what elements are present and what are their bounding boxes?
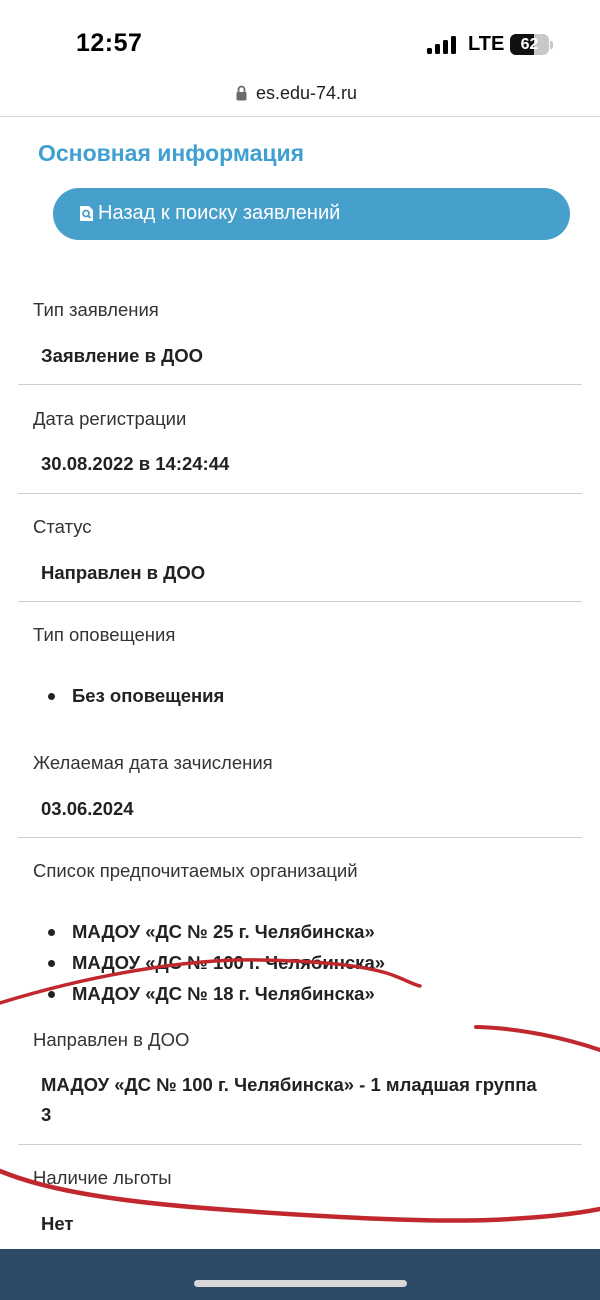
notification-type-list: Без оповещения	[46, 685, 224, 716]
search-document-icon	[80, 206, 93, 221]
battery-percent: 62	[520, 36, 539, 53]
divider	[18, 1144, 582, 1145]
clock: 12:57	[76, 29, 143, 57]
list-item: Без оповещения	[46, 685, 224, 716]
application-type-label: Тип заявления	[33, 299, 159, 320]
desired-date-value: 03.06.2024	[41, 798, 134, 819]
benefit-label: Наличие льготы	[33, 1167, 172, 1188]
divider	[18, 837, 582, 838]
assigned-doo-label: Направлен в ДОО	[33, 1029, 190, 1050]
assigned-doo-value: МАДОУ «ДС № 100 г. Челябинска» - 1 младш…	[41, 1074, 537, 1095]
lock-icon	[236, 85, 247, 101]
status-bar: 12:57 LTE 62	[0, 0, 600, 72]
home-indicator[interactable]	[194, 1280, 407, 1287]
desired-date-label: Желаемая дата зачисления	[33, 752, 273, 773]
list-item: МАДОУ «ДС № 100 г. Челябинска»	[46, 952, 385, 983]
footer-bar	[0, 1249, 600, 1300]
divider	[18, 493, 582, 494]
status-value: Направлен в ДОО	[41, 562, 206, 583]
registration-date-label: Дата регистрации	[33, 408, 187, 429]
status-label: Статус	[33, 516, 92, 537]
notification-type-label: Тип оповещения	[33, 624, 176, 645]
list-item: МАДОУ «ДС № 18 г. Челябинска»	[46, 983, 385, 1014]
registration-date-value: 30.08.2022 в 14:24:44	[41, 453, 230, 474]
list-item: МАДОУ «ДС № 25 г. Челябинска»	[46, 921, 385, 952]
preferred-orgs-label: Список предпочитаемых организаций	[33, 860, 358, 881]
battery-nub	[550, 41, 553, 49]
signal-icon	[427, 36, 459, 54]
back-to-search-button[interactable]: Назад к поиску заявлений	[53, 188, 570, 240]
divider	[18, 601, 582, 602]
url-text: es.edu-74.ru	[256, 83, 358, 103]
application-type-value: Заявление в ДОО	[41, 345, 204, 366]
address-bar-divider	[0, 116, 600, 117]
divider	[18, 384, 582, 385]
back-to-search-label: Назад к поиску заявлений	[98, 202, 341, 224]
network-type: LTE	[468, 33, 505, 55]
battery-icon: 62	[510, 34, 549, 55]
preferred-orgs-list: МАДОУ «ДС № 25 г. Челябинска» МАДОУ «ДС …	[46, 921, 385, 1014]
address-bar[interactable]: es.edu-74.ru	[0, 72, 600, 116]
section-title: Основная информация	[38, 140, 305, 166]
benefit-value: Нет	[41, 1213, 74, 1234]
assigned-doo-value-continued: 3	[41, 1104, 52, 1125]
ink-stroke	[474, 1025, 600, 1052]
